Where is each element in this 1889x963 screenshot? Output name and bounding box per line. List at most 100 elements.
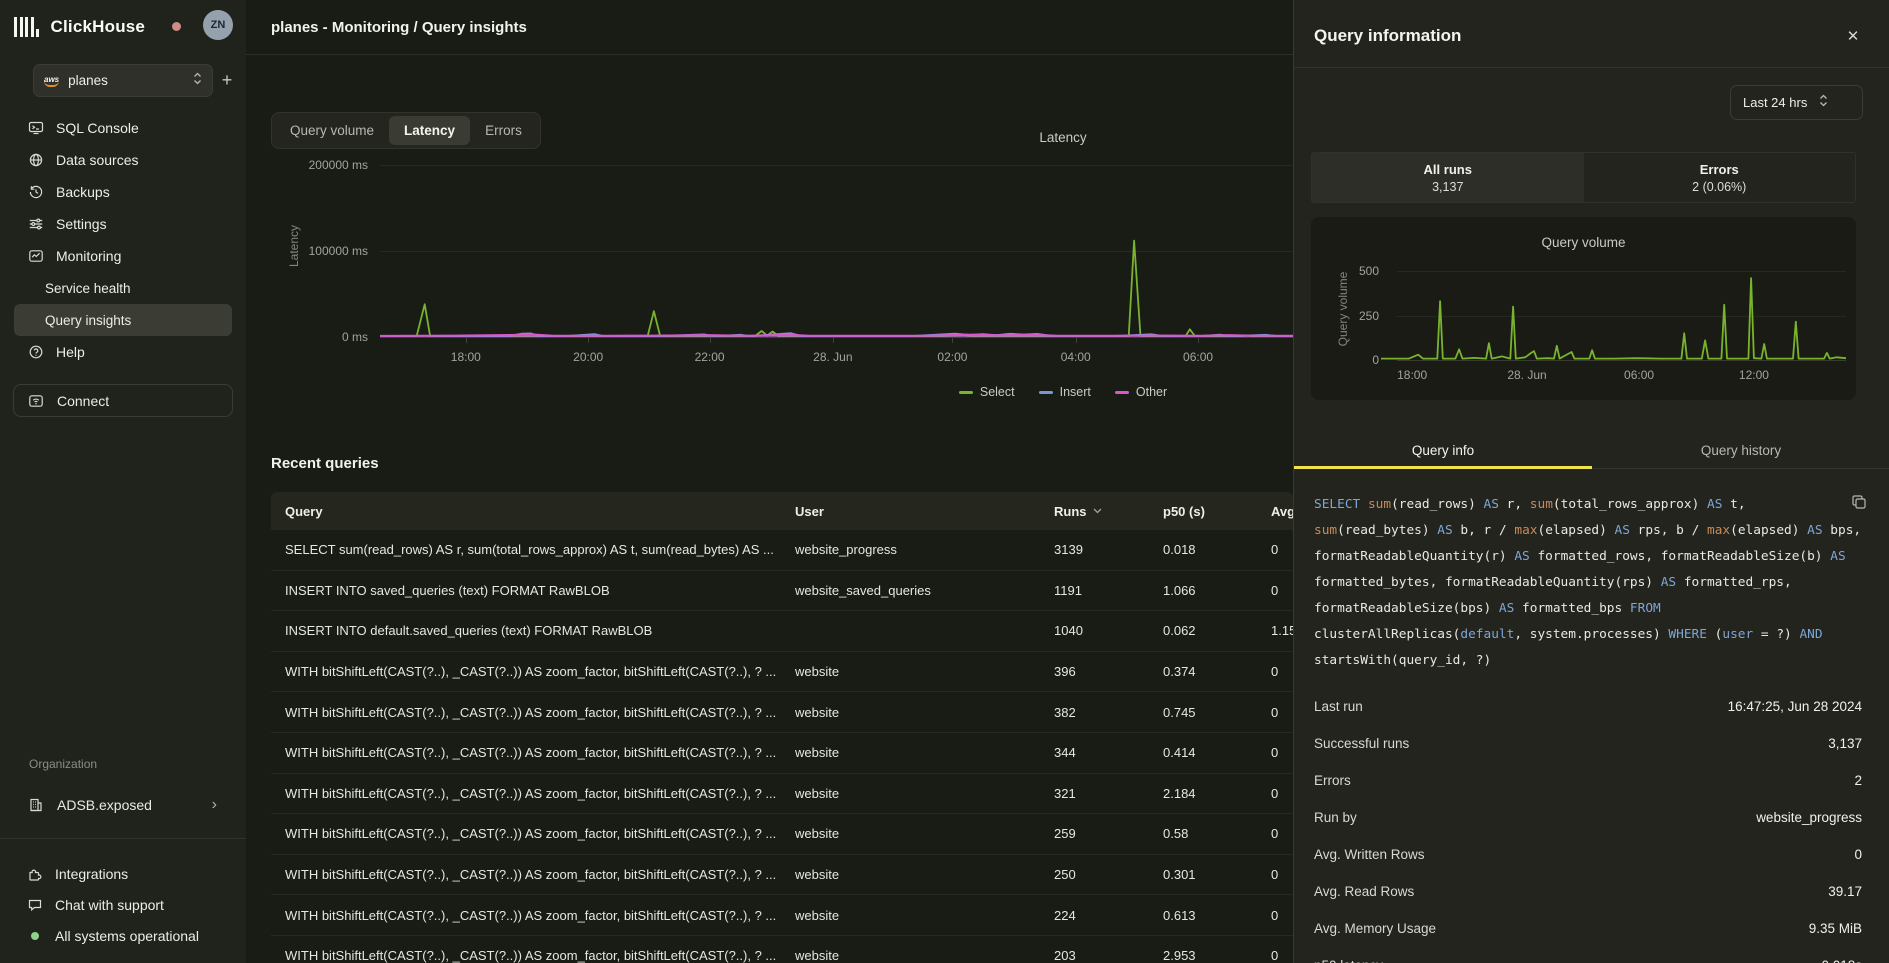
table-row[interactable]: SELECT sum(read_rows) AS r, sum(total_ro…: [271, 530, 1293, 571]
column-header-query: Query: [285, 492, 785, 530]
organization-item[interactable]: ADSB.exposed ›: [13, 789, 233, 821]
sidebar-footer: IntegrationsChat with support All systems…: [13, 858, 239, 951]
cell-runs: 224: [1054, 895, 1154, 935]
tick-mark: [1198, 337, 1199, 343]
legend-item-insert[interactable]: Insert: [1039, 385, 1091, 399]
stat-label: Successful runs: [1314, 736, 1409, 751]
recent-queries-table: Query User Runs p50 (s) Avg SELECT sum(r…: [271, 492, 1293, 963]
legend-item-other[interactable]: Other: [1115, 385, 1167, 399]
sidebar-item-query-insights[interactable]: Query insights: [14, 304, 232, 336]
table-row[interactable]: INSERT INTO default.saved_queries (text)…: [271, 611, 1293, 652]
latency-chart: [380, 140, 1293, 337]
avatar[interactable]: ZN: [203, 10, 233, 40]
stat-value: 0: [1854, 847, 1862, 862]
service-selector[interactable]: aws planes: [33, 64, 213, 97]
stat-label: Avg. Written Rows: [1314, 847, 1425, 862]
summary-tab-all-runs[interactable]: All runs3,137: [1312, 153, 1584, 202]
cell-runs: 1191: [1054, 571, 1154, 611]
sql-code-block: SELECT sum(read_rows) AS r, sum(total_ro…: [1314, 492, 1862, 674]
summary-tab-value: 3,137: [1432, 180, 1463, 194]
app-root: planes - Monitoring / Query insights Que…: [0, 0, 1889, 963]
cell-p50: 1.066: [1163, 571, 1263, 611]
cell-runs: 203: [1054, 936, 1154, 963]
latency-x-tick: 18:00: [436, 350, 496, 364]
tab-query-info[interactable]: Query info: [1294, 438, 1592, 468]
table-row[interactable]: WITH bitShiftLeft(CAST(?..), _CAST(?..))…: [271, 774, 1293, 815]
add-service-button[interactable]: +: [210, 64, 244, 97]
legend-label: Insert: [1060, 385, 1091, 399]
query-info-tabs: Query infoQuery history: [1294, 438, 1889, 469]
qv-x-tick: 12:00: [1719, 368, 1789, 382]
cell-avg: 0: [1271, 895, 1293, 935]
time-range-select[interactable]: Last 24 hrs: [1730, 85, 1863, 120]
qv-x-tick: 18:00: [1377, 368, 1447, 382]
cell-p50: 0.745: [1163, 692, 1263, 732]
summary-tab-errors[interactable]: Errors2 (0.06%): [1584, 153, 1856, 202]
latency-x-tick: 02:00: [922, 350, 982, 364]
sidebar-item-service-health[interactable]: Service health: [14, 272, 232, 304]
sort-caret-icon: [1093, 508, 1102, 514]
cell-query: SELECT sum(read_rows) AS r, sum(total_ro…: [285, 530, 785, 570]
table-row[interactable]: WITH bitShiftLeft(CAST(?..), _CAST(?..))…: [271, 855, 1293, 896]
connect-icon: [28, 393, 44, 409]
updown-chevrons-icon: [193, 71, 202, 91]
cell-p50: 0.062: [1163, 611, 1263, 651]
stat-label: p50 latency: [1314, 958, 1383, 963]
sidebar-footer-integrations[interactable]: Integrations: [13, 858, 239, 889]
integrations-icon: [27, 866, 43, 882]
tab-query-volume[interactable]: Query volume: [275, 116, 389, 145]
query-information-panel: Query information ✕ Last 24 hrs All runs…: [1293, 0, 1889, 963]
table-row[interactable]: WITH bitShiftLeft(CAST(?..), _CAST(?..))…: [271, 936, 1293, 963]
tick-mark: [466, 337, 467, 343]
sidebar-nav: SQL ConsoleData sources Backups SettingsMo…: [0, 112, 246, 368]
panel-divider: [1294, 67, 1889, 68]
qv-x-tick: 06:00: [1604, 368, 1674, 382]
latency-x-tick: 20:00: [558, 350, 618, 364]
cell-query: INSERT INTO saved_queries (text) FORMAT …: [285, 571, 785, 611]
sidebar-item-monitoring[interactable]: Monitoring: [14, 240, 232, 272]
table-row[interactable]: WITH bitShiftLeft(CAST(?..), _CAST(?..))…: [271, 652, 1293, 693]
table-row[interactable]: WITH bitShiftLeft(CAST(?..), _CAST(?..))…: [271, 733, 1293, 774]
cell-p50: 0.374: [1163, 652, 1263, 692]
cell-query: WITH bitShiftLeft(CAST(?..), _CAST(?..))…: [285, 936, 785, 963]
latency-x-tick: 06:00: [1168, 350, 1228, 364]
copy-icon[interactable]: [1851, 494, 1867, 510]
stat-row-errors: Errors2: [1314, 762, 1862, 799]
summary-tab-value: 2 (0.06%): [1692, 180, 1746, 194]
cell-avg: 0: [1271, 733, 1293, 773]
sidebar-item-sql-console[interactable]: SQL Console: [14, 112, 232, 144]
stat-value: 16:47:25, Jun 28 2024: [1728, 699, 1862, 714]
table-row[interactable]: WITH bitShiftLeft(CAST(?..), _CAST(?..))…: [271, 814, 1293, 855]
query-volume-card: Query volume Query volume 5002500 18:002…: [1311, 217, 1856, 400]
cell-avg: 0: [1271, 652, 1293, 692]
connect-button[interactable]: Connect: [13, 384, 233, 417]
table-row[interactable]: WITH bitShiftLeft(CAST(?..), _CAST(?..))…: [271, 895, 1293, 936]
sidebar-footer-chat-with-support[interactable]: Chat with support: [13, 889, 239, 920]
cell-p50: 0.613: [1163, 895, 1263, 935]
sidebar-item-backups[interactable]: Backups: [14, 176, 232, 208]
organization-icon: [28, 797, 44, 813]
sidebar-item-settings[interactable]: Settings: [14, 208, 232, 240]
legend-item-select[interactable]: Select: [959, 385, 1015, 399]
sidebar-item-data-sources[interactable]: Data sources: [14, 144, 232, 176]
table-row[interactable]: INSERT INTO saved_queries (text) FORMAT …: [271, 571, 1293, 612]
organization-name: ADSB.exposed: [57, 797, 212, 813]
sidebar-item-label: Backups: [56, 184, 110, 200]
sidebar-footer-label: All systems operational: [55, 928, 199, 944]
stat-label: Avg. Memory Usage: [1314, 921, 1436, 936]
latency-x-axis-line: [380, 337, 1293, 338]
cell-runs: 396: [1054, 652, 1154, 692]
cell-p50: 0.414: [1163, 733, 1263, 773]
close-icon[interactable]: ✕: [1843, 26, 1863, 46]
sidebar-footer-all-systems-operational[interactable]: All systems operational: [13, 920, 239, 951]
column-header-runs[interactable]: Runs: [1054, 492, 1154, 530]
cell-p50: 0.301: [1163, 855, 1263, 895]
tab-query-history[interactable]: Query history: [1592, 438, 1889, 468]
legend-label: Other: [1136, 385, 1167, 399]
query-stats-list: Last run16:47:25, Jun 28 2024Successful …: [1314, 688, 1862, 963]
sidebar-item-help[interactable]: Help: [14, 336, 232, 368]
table-row[interactable]: WITH bitShiftLeft(CAST(?..), _CAST(?..))…: [271, 692, 1293, 733]
cell-user: website_progress: [795, 530, 1045, 570]
cell-avg: 0: [1271, 530, 1293, 570]
organization-section-label: Organization: [29, 757, 97, 771]
